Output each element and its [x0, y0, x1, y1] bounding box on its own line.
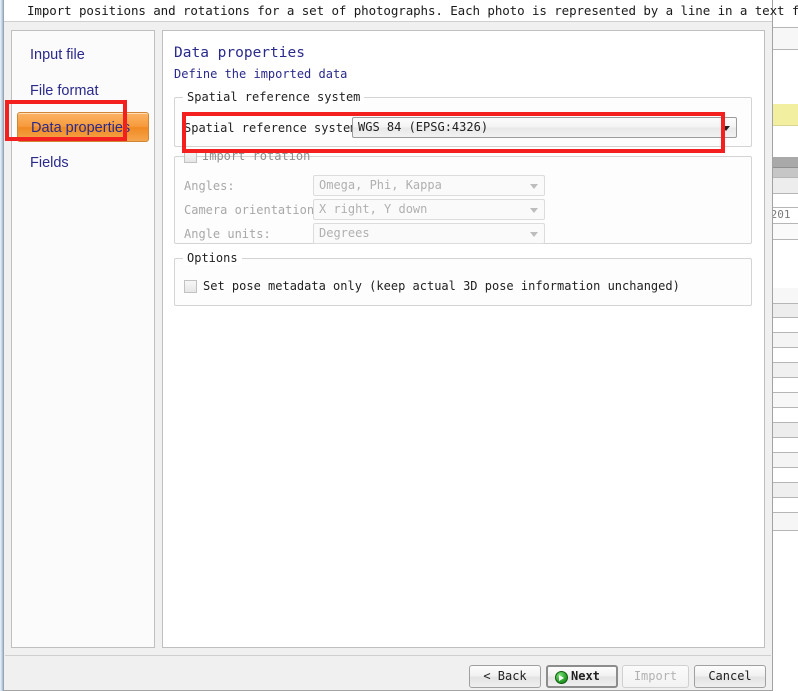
angle-units-label: Angle units:: [184, 227, 271, 241]
import-button: Import: [622, 665, 689, 688]
cancel-button[interactable]: Cancel: [694, 665, 766, 688]
import-rotation-checkbox[interactable]: [184, 150, 197, 163]
sidebar-item-label: Fields: [30, 155, 69, 171]
angles-label: Angles:: [184, 179, 235, 193]
sidebar-item-file-format[interactable]: File format: [17, 76, 149, 106]
footer-separator: [5, 655, 771, 656]
options-group: Options Set pose metadata only (keep act…: [174, 251, 752, 306]
back-button[interactable]: < Back: [469, 665, 541, 688]
import-rotation-group: Import rotation Angles: Omega, Phi, Kapp…: [174, 149, 752, 244]
srs-field-label: Spatial reference system:: [184, 121, 365, 135]
angle-units-combobox[interactable]: Degrees: [313, 223, 545, 244]
sidebar-item-data-properties[interactable]: Data properties: [17, 112, 149, 142]
set-pose-metadata-only-checkbox[interactable]: [184, 280, 197, 293]
sidebar-item-label: File format: [30, 83, 99, 99]
angles-combobox-value: Omega, Phi, Kappa: [319, 178, 442, 192]
angles-combobox[interactable]: Omega, Phi, Kappa: [313, 175, 545, 196]
page-title: Data properties: [174, 45, 305, 61]
chevron-down-icon: [530, 208, 538, 213]
chevron-down-icon: [722, 126, 730, 131]
dialog-header: Import positions and rotations for a set…: [4, 0, 798, 22]
angle-units-combobox-value: Degrees: [319, 226, 370, 240]
group-legend-srs: Spatial reference system: [183, 90, 365, 104]
wizard-step-list: Input file File format Data properties F…: [11, 30, 155, 648]
chevron-down-icon: [530, 184, 538, 189]
sidebar-item-label: Input file: [30, 47, 85, 63]
camera-orientation-combobox-value: X right, Y down: [319, 202, 428, 216]
spatial-reference-system-group: Spatial reference system Spatial referen…: [174, 90, 752, 147]
group-legend-options: Options: [183, 251, 242, 265]
srs-combobox[interactable]: WGS 84 (EPSG:4326): [352, 117, 737, 138]
import-rotation-label: Import rotation: [202, 149, 311, 163]
dialog-header-text: Import positions and rotations for a set…: [27, 3, 798, 18]
chevron-down-icon: [530, 232, 538, 237]
wizard-page: Data properties Define the imported data…: [162, 30, 765, 648]
page-subtitle: Define the imported data: [174, 67, 348, 81]
set-pose-metadata-only-label: Set pose metadata only (keep actual 3D p…: [203, 279, 680, 293]
next-arrow-icon: [555, 671, 568, 684]
sidebar-item-input-file[interactable]: Input file: [17, 40, 149, 70]
sidebar-item-label: Data properties: [31, 120, 131, 136]
next-button-label: Next: [571, 669, 600, 683]
camera-orientation-combobox[interactable]: X right, Y down: [313, 199, 545, 220]
next-button[interactable]: Next: [546, 665, 618, 688]
camera-orientation-label: Camera orientation:: [184, 203, 322, 217]
srs-combobox-value: WGS 84 (EPSG:4326): [358, 120, 489, 134]
import-wizard-dialog: Import positions and rotations for a set…: [3, 0, 798, 691]
sidebar-item-fields[interactable]: Fields: [17, 148, 149, 178]
